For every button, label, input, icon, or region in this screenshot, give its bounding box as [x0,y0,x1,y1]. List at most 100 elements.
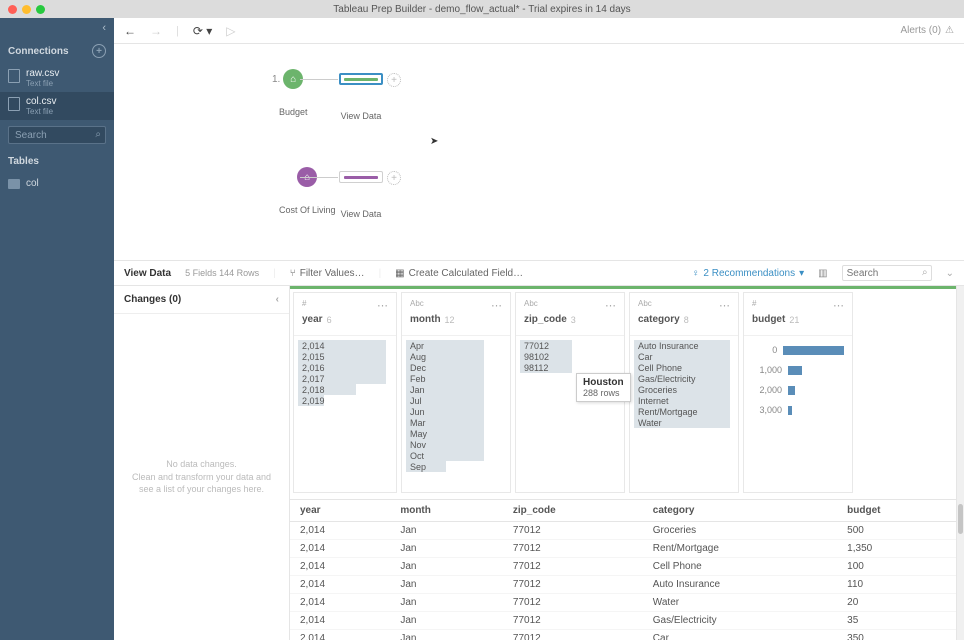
refresh-button[interactable]: ⟳ ▾ [193,24,212,38]
profile-bin[interactable]: 98112 [520,362,620,373]
profile-bin[interactable]: Aug [406,351,506,362]
run-button[interactable]: ▷ [226,24,235,38]
card-menu[interactable]: ⋯ [491,299,502,312]
profile-card-year[interactable]: #⋯ year6 2,0142,0152,0162,0172,0182,019 [293,292,397,493]
profile-bin[interactable]: Jan [406,384,506,395]
scroll-thumb[interactable] [958,504,963,534]
profile-bin[interactable]: 98102 [520,351,620,362]
alerts-indicator[interactable]: Alerts (0)⚠ [900,25,954,36]
profile-card-month[interactable]: Abc⋯ month12 AprAugDecFebJanJulJunMarMay… [401,292,511,493]
sidebar-search-input[interactable] [8,126,106,144]
file-icon [8,97,20,111]
collapse-sidebar[interactable]: ‹ [0,18,114,38]
histogram-bin[interactable]: 0 [752,340,844,360]
connections-heading: Connections [8,46,69,57]
table-row[interactable]: 2,014Jan77012Cell Phone100 [290,558,956,576]
window-title: Tableau Prep Builder - demo_flow_actual*… [333,4,630,15]
profile-bin[interactable]: Water [634,417,734,428]
sidebar: ‹ Connections + raw.csv Text file col.cs… [0,18,114,640]
recommendations-button[interactable]: ♀ 2 Recommendations ▾ [692,268,804,279]
profile-bin[interactable]: Mar [406,417,506,428]
flow-connector [300,177,338,178]
main-toolbar: ← → | ⟳ ▾ ▷ Alerts (0)⚠ [114,18,964,44]
profile-subtitle: 5 Fields 144 Rows [185,268,259,278]
view-toggle[interactable]: ▥ [818,268,827,279]
add-step-button[interactable]: + [387,171,401,185]
table-row[interactable]: 2,014Jan77012Rent/Mortgage1,350 [290,540,956,558]
file-icon [8,69,20,83]
profile-bin[interactable]: Dec [406,362,506,373]
profile-bin[interactable]: Feb [406,373,506,384]
profile-bin[interactable]: 2,017 [298,373,392,384]
create-calc-button[interactable]: ▦ Create Calculated Field… [395,268,523,279]
card-menu[interactable]: ⋯ [605,299,616,312]
search-icon: ⌕ [95,129,101,140]
profile-bin[interactable]: Gas/Electricity [634,373,734,384]
forward-button[interactable]: → [150,24,162,38]
card-menu[interactable]: ⋯ [833,299,844,312]
profile-bin[interactable]: Jul [406,395,506,406]
grid-header[interactable]: year [290,500,390,522]
profile-bin[interactable]: 2,016 [298,362,392,373]
minimize-window[interactable] [22,5,31,14]
profile-bin[interactable]: May [406,428,506,439]
maximize-window[interactable] [36,5,45,14]
grid-header[interactable]: zip_code [503,500,643,522]
add-connection-button[interactable]: + [92,44,106,58]
profile-search-input[interactable] [842,265,932,281]
input-node-col[interactable]: ⌂ Cost Of Living [279,167,336,215]
profile-bin[interactable]: Rent/Mortgage [634,406,734,417]
changes-title: Changes (0) [124,294,181,305]
back-button[interactable]: ← [124,24,136,38]
input-node-budget[interactable]: ⌂ Budget [279,69,308,117]
data-grid[interactable]: yearmonthzip_codecategorybudget2,014Jan7… [290,499,956,640]
profile-bin[interactable]: 77012 [520,340,620,351]
filter-values-button[interactable]: ⑂ Filter Values… [290,268,365,279]
table-row[interactable]: 2,014Jan77012Car350 [290,630,956,640]
flow-canvas[interactable]: 1. ⌂ Budget View Data + ⌂ Cost Of Living… [114,44,964,260]
changes-empty: No data changes. Clean and transform you… [114,314,289,640]
add-step-button[interactable]: + [387,73,401,87]
profile-bin[interactable]: Oct [406,450,506,461]
titlebar: Tableau Prep Builder - demo_flow_actual*… [0,0,964,18]
table-row[interactable]: 2,014Jan77012Groceries500 [290,522,956,540]
table-item[interactable]: col [0,173,114,194]
profile-bin[interactable]: 2,014 [298,340,392,351]
profile-bin[interactable]: Apr [406,340,506,351]
profile-bin[interactable]: Groceries [634,384,734,395]
tooltip: Houston288 rows [576,373,631,402]
profile-card-category[interactable]: Abc⋯ category8 Auto InsuranceCarCell Pho… [629,292,739,493]
profile-card-zip[interactable]: Abc⋯ zip_code3 770129810298112 Houston28… [515,292,625,493]
profile-bin[interactable]: 2,019 [298,395,392,406]
scrollbar-vertical[interactable] [956,286,964,640]
profile-bin[interactable]: Jun [406,406,506,417]
profile-bin[interactable]: Nov [406,439,506,450]
card-menu[interactable]: ⋯ [377,299,388,312]
profile-bin[interactable]: 2,018 [298,384,392,395]
profile-bin[interactable]: Car [634,351,734,362]
profile-bin[interactable]: Internet [634,395,734,406]
histogram-bin[interactable]: 2,000 [752,380,844,400]
profile-bin[interactable]: 2,015 [298,351,392,362]
step-node-viewdata2[interactable]: View Data [339,171,383,219]
histogram-bin[interactable]: 3,000 [752,400,844,420]
connection-item[interactable]: col.csv Text file [0,92,114,120]
profile-bin[interactable]: Cell Phone [634,362,734,373]
expand-button[interactable]: ⌄ [946,268,954,279]
grid-header[interactable]: month [390,500,503,522]
step-node-viewdata[interactable]: View Data [339,73,383,121]
profile-card-budget[interactable]: #⋯ budget21 01,0002,0003,000 [743,292,853,493]
table-row[interactable]: 2,014Jan77012Auto Insurance110 [290,576,956,594]
connection-item[interactable]: raw.csv Text file [0,64,114,92]
histogram-bin[interactable]: 1,000 [752,360,844,380]
card-menu[interactable]: ⋯ [719,299,730,312]
profile-bin[interactable]: Auto Insurance [634,340,734,351]
collapse-changes[interactable]: ‹ [276,294,279,305]
table-row[interactable]: 2,014Jan77012Gas/Electricity35 [290,612,956,630]
grid-header[interactable]: budget [837,500,956,522]
table-row[interactable]: 2,014Jan77012Water20 [290,594,956,612]
bulb-icon: ♀ [692,268,700,279]
profile-bin[interactable]: Sep [406,461,506,472]
grid-header[interactable]: category [643,500,837,522]
close-window[interactable] [8,5,17,14]
